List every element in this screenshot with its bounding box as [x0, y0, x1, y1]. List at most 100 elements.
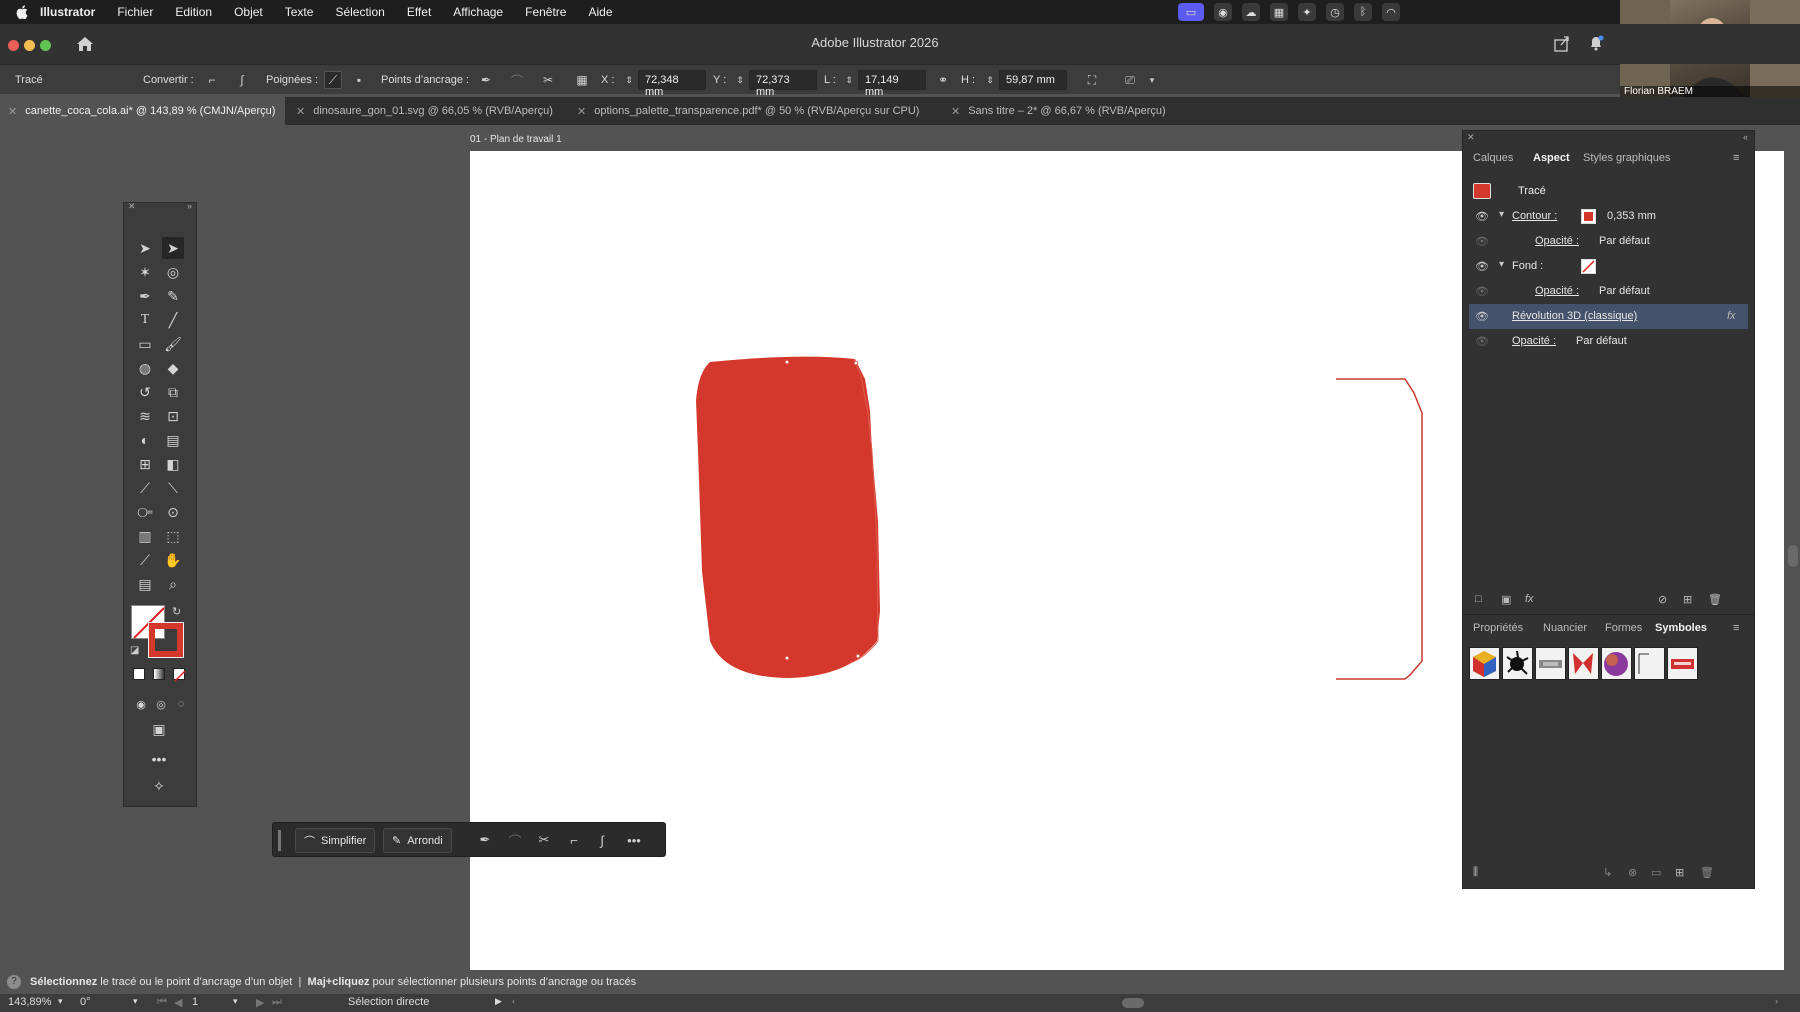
vertical-scrollbar[interactable] — [1786, 130, 1800, 970]
menu-fenetre[interactable]: Fenêtre — [525, 5, 566, 19]
show-handles-icon[interactable]: ⟋ — [324, 71, 342, 89]
paintbrush-icon[interactable]: 🖌 — [162, 333, 184, 355]
x-stepper-icon[interactable]: ⇕ — [620, 71, 638, 89]
tab-symboles[interactable]: Symboles — [1655, 622, 1707, 634]
chevron-down-icon[interactable]: ▾ — [1143, 71, 1161, 89]
clear-appearance-icon[interactable]: ⊘ — [1658, 593, 1667, 606]
mesh-tool-icon[interactable]: ⊞ — [134, 453, 156, 475]
smooth-anchor-icon[interactable]: ∫ — [593, 831, 611, 849]
shape-builder-icon[interactable]: ◐ — [134, 429, 156, 451]
tab-proprietes[interactable]: Propriétés — [1473, 622, 1523, 634]
rotation-field[interactable]: 0° — [80, 996, 91, 1008]
more-options-icon[interactable]: ••• — [625, 831, 643, 849]
fill-none-swatch[interactable] — [1581, 259, 1596, 274]
eyedropper-icon[interactable]: ⟋ — [134, 477, 156, 499]
menu-selection[interactable]: Sélection — [335, 5, 384, 19]
width-field[interactable]: 17,149 mm — [858, 70, 926, 98]
link-proportions-icon[interactable]: ⚭ — [934, 71, 952, 89]
add-effect-icon[interactable]: fx — [1525, 593, 1534, 605]
delete-symbol-icon[interactable]: 🗑 — [1700, 866, 1714, 879]
break-link-icon[interactable]: ⊗ — [1628, 866, 1637, 879]
fx-icon[interactable]: fx — [1727, 310, 1736, 322]
collapse-panel-icon[interactable]: « — [1743, 132, 1748, 142]
warp-tool-icon[interactable]: ≋ — [134, 405, 156, 427]
visibility-eye-icon[interactable]: 👁 — [1475, 335, 1489, 348]
visibility-eye-icon[interactable]: 👁 — [1475, 260, 1489, 273]
draw-normal-icon[interactable]: ◉ — [130, 693, 152, 715]
grid-reference-icon[interactable]: ▦ — [573, 71, 591, 89]
contour-label[interactable]: Contour : — [1512, 210, 1557, 222]
shaper-tool-icon[interactable]: ◍ — [134, 357, 156, 379]
horizontal-scrollbar-thumb[interactable] — [1122, 998, 1144, 1008]
hide-handles-icon[interactable]: ▪ — [350, 71, 368, 89]
chevron-down-icon[interactable]: ▾ — [1499, 259, 1504, 270]
more-tools-icon[interactable]: ••• — [148, 748, 170, 770]
gradient-mode-icon[interactable] — [153, 668, 165, 680]
scale-tool-icon[interactable]: ⧉ — [162, 381, 184, 403]
symbol-lines[interactable] — [1634, 647, 1665, 680]
close-tab-icon[interactable]: ✕ — [951, 105, 960, 118]
symbol-sphere[interactable] — [1601, 647, 1632, 680]
visibility-eye-icon[interactable]: 👁 — [1475, 235, 1489, 248]
x-field[interactable]: 72,348 mm — [638, 70, 706, 98]
wifi-icon[interactable]: ◠ — [1382, 3, 1400, 21]
none-mode-icon[interactable] — [173, 668, 186, 682]
cloud-icon[interactable]: ☁ — [1242, 3, 1260, 21]
screen-share-icon[interactable]: ▭ — [1178, 3, 1204, 21]
selection-tool-icon[interactable]: ➤ — [134, 237, 156, 259]
menu-affichage[interactable]: Affichage — [453, 5, 503, 19]
pen-remove-icon[interactable]: ✒ — [477, 71, 495, 89]
round-button[interactable]: ✎ Arrondi — [383, 828, 452, 853]
symbol-banner-red[interactable] — [1667, 647, 1698, 680]
duplicate-item-icon[interactable]: ⊞ — [1683, 593, 1692, 606]
delete-item-icon[interactable]: 🗑 — [1708, 593, 1722, 606]
symbol-options-icon[interactable]: ▭ — [1651, 866, 1661, 879]
new-symbol-icon[interactable]: ⊞ — [1675, 866, 1684, 879]
menu-illustrator[interactable]: Illustrator — [40, 5, 95, 19]
simplify-button[interactable]: ⌒ Simplifier — [295, 828, 376, 853]
next-artboard-icon[interactable]: ▶ — [256, 996, 264, 1009]
revolution-3d-link[interactable]: Révolution 3D (classique) — [1512, 310, 1637, 322]
convert-smooth-icon[interactable]: ∫ — [233, 71, 251, 89]
y-stepper-icon[interactable]: ⇕ — [731, 71, 749, 89]
rotation-dropdown-icon[interactable]: ▾ — [133, 996, 138, 1007]
panel-menu-icon[interactable]: ≡ — [1733, 152, 1739, 164]
close-panel-icon[interactable]: ✕ — [128, 201, 136, 212]
anchor-point[interactable] — [784, 359, 790, 365]
bluetooth-icon[interactable]: ᛒ — [1354, 3, 1372, 21]
screen-mode-icon[interactable]: ▣ — [148, 718, 170, 740]
artboard-number-field[interactable]: 1 — [192, 996, 198, 1008]
menu-texte[interactable]: Texte — [285, 5, 314, 19]
lasso-icon[interactable]: ◎ — [162, 261, 184, 283]
fond-opacity-row[interactable]: 👁 Opacité : Par défaut — [1469, 279, 1748, 304]
rotate-tool-icon[interactable]: ↺ — [134, 381, 156, 403]
opacity-label[interactable]: Opacité : — [1535, 235, 1579, 247]
tab-canette[interactable]: ✕ canette_coca_cola.ai* @ 143,89 % (CMJN… — [0, 97, 285, 125]
transform-icon[interactable]: ⛶ — [1083, 71, 1101, 89]
bell-icon[interactable] — [1587, 34, 1605, 52]
join-icon[interactable]: ⌒ — [506, 831, 524, 849]
tab-calques[interactable]: Calques — [1473, 152, 1513, 164]
hand-tool-icon[interactable]: ✋ — [162, 549, 184, 571]
menu-effet[interactable]: Effet — [407, 5, 431, 19]
line-tool-icon[interactable]: ╱ — [162, 309, 184, 331]
pen-tool-icon[interactable]: ✒ — [134, 285, 156, 307]
default-fill-stroke-icon[interactable]: ◪ — [130, 645, 139, 656]
fond-row[interactable]: 👁 ▾ Fond : — [1469, 254, 1748, 279]
anchor-point[interactable] — [784, 655, 790, 661]
menu-objet[interactable]: Objet — [234, 5, 263, 19]
opacity-label[interactable]: Opacité : — [1535, 285, 1579, 297]
menu-edition[interactable]: Edition — [175, 5, 212, 19]
close-tab-icon[interactable]: ✕ — [296, 105, 305, 118]
collapse-panel-icon[interactable]: » — [187, 201, 192, 211]
magic-wand-icon[interactable]: ✶ — [134, 261, 156, 283]
panel-menu-icon[interactable]: ≡ — [1733, 622, 1739, 634]
chevron-down-icon[interactable]: ▾ — [1499, 209, 1504, 220]
visibility-eye-icon[interactable]: 👁 — [1475, 285, 1489, 298]
add-stroke-icon[interactable]: □ — [1475, 593, 1482, 605]
tab-sans-titre[interactable]: ✕ Sans titre – 2* @ 66,67 % (RVB/Aperçu) — [943, 97, 1203, 125]
add-fill-icon[interactable]: ▣ — [1501, 593, 1511, 606]
anchor-point[interactable] — [855, 653, 861, 659]
height-stepper-icon[interactable]: ⇕ — [981, 71, 999, 89]
chat-icon[interactable]: ◉ — [1214, 3, 1232, 21]
